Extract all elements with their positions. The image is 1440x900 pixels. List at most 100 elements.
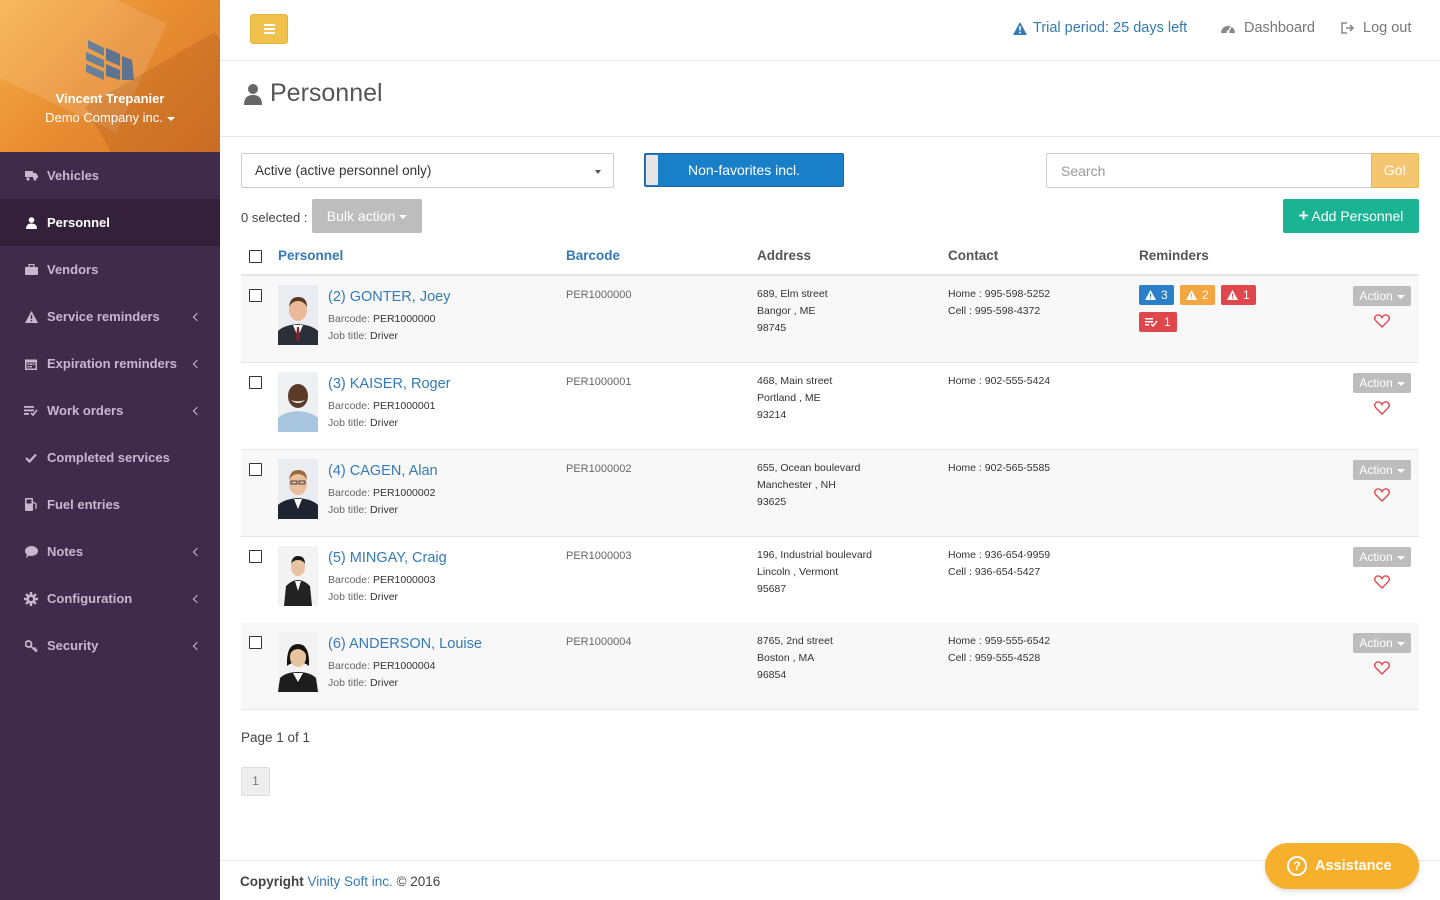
contact-line: Cell : 959-555-4528 <box>948 652 1041 664</box>
add-personnel-label: Add Personnel <box>1311 208 1404 224</box>
list-check-icon <box>1145 317 1158 327</box>
personnel-name-link[interactable]: (3) KAISER, Roger <box>328 376 451 392</box>
user-icon <box>244 83 262 105</box>
row-checkbox[interactable] <box>249 463 262 476</box>
reminder-badge-work-order[interactable]: 1 <box>1139 312 1177 332</box>
sidebar-item-completed-services[interactable]: Completed services <box>0 434 220 481</box>
address-line: 468, Main street <box>757 375 833 387</box>
warning-icon <box>24 310 38 324</box>
favorites-toggle[interactable]: Non-favorites incl. <box>644 153 844 187</box>
sidebar-item-label: Completed services <box>47 450 170 465</box>
row-action-button[interactable]: Action <box>1353 460 1411 480</box>
dashboard-icon <box>1221 26 1235 34</box>
contact-line: Home : 995-598-5252 <box>948 288 1051 300</box>
row-action-button[interactable]: Action <box>1353 373 1411 393</box>
caret-down-icon <box>1396 381 1405 386</box>
heart-icon[interactable] <box>1374 314 1390 328</box>
reminder-badge-danger[interactable]: 1 <box>1221 285 1256 305</box>
company-switcher[interactable]: Demo Company inc. <box>0 110 220 125</box>
chevron-left-icon <box>192 547 202 556</box>
column-header-barcode[interactable]: Barcode <box>566 248 620 263</box>
status-filter-value: Active (active personnel only) <box>255 163 432 178</box>
comment-icon <box>24 545 38 559</box>
bulk-action-button[interactable]: Bulk action <box>312 199 422 233</box>
dashboard-link[interactable]: Dashboard <box>1220 20 1315 36</box>
sidebar-item-expiration-reminders[interactable]: Expiration reminders <box>0 340 220 387</box>
sidebar-nav: Vehicles Personnel Vendors Service remin… <box>0 152 220 669</box>
key-icon <box>24 639 38 653</box>
contact-line: Home : 959-555-6542 <box>948 635 1051 647</box>
row-action-button[interactable]: Action <box>1353 633 1411 653</box>
logout-link[interactable]: Log out <box>1341 20 1411 36</box>
company-name: Demo Company inc. <box>45 110 163 125</box>
barcode-cell: PER1000004 <box>566 636 632 648</box>
row-checkbox[interactable] <box>249 550 262 563</box>
personnel-photo <box>278 285 318 345</box>
contact-line: Home : 936-654-9959 <box>948 549 1051 561</box>
reminder-badge-info[interactable]: 3 <box>1139 285 1174 305</box>
personnel-photo <box>278 372 318 432</box>
pagination-info: Page 1 of 1 <box>241 730 311 745</box>
search-input[interactable] <box>1046 153 1371 188</box>
caret-down-icon <box>1396 294 1405 299</box>
row-action-button[interactable]: Action <box>1353 286 1411 306</box>
pagination-page-button[interactable]: 1 <box>241 767 270 796</box>
select-all-checkbox[interactable] <box>249 250 262 263</box>
sidebar-item-personnel[interactable]: Personnel <box>0 199 220 246</box>
truck-icon <box>24 169 38 183</box>
trial-notice[interactable]: Trial period: 25 days left <box>1013 20 1187 36</box>
table-row: (6) ANDERSON, Louise Barcode: PER1000004… <box>241 623 1419 710</box>
heart-icon[interactable] <box>1374 488 1390 502</box>
check-icon <box>24 451 38 465</box>
personnel-job-title: Job title: Driver <box>328 330 399 342</box>
assistance-button[interactable]: ? Assistance <box>1265 843 1419 889</box>
barcode-cell: PER1000001 <box>566 376 632 388</box>
personnel-name-link[interactable]: (6) ANDERSON, Louise <box>328 636 482 652</box>
heart-icon[interactable] <box>1374 575 1390 589</box>
add-personnel-button[interactable]: + Add Personnel <box>1283 199 1419 233</box>
sidebar-item-configuration[interactable]: Configuration <box>0 575 220 622</box>
menu-toggle-button[interactable] <box>250 14 288 44</box>
reminder-badge-warning[interactable]: 2 <box>1180 285 1215 305</box>
row-checkbox[interactable] <box>249 636 262 649</box>
selected-count: 0 selected : <box>241 210 308 225</box>
contact-line: Home : 902-555-5424 <box>948 375 1051 387</box>
status-filter-select[interactable]: Active (active personnel only) <box>241 153 614 188</box>
sidebar-item-label: Vendors <box>47 262 99 277</box>
column-header-personnel[interactable]: Personnel <box>278 248 343 263</box>
sidebar-item-label: Work orders <box>47 403 124 418</box>
personnel-photo <box>278 632 318 692</box>
sidebar-item-notes[interactable]: Notes <box>0 528 220 575</box>
warning-icon <box>1145 290 1156 300</box>
chevron-left-icon <box>192 594 202 603</box>
personnel-job-title: Job title: Driver <box>328 591 399 603</box>
sidebar-item-vehicles[interactable]: Vehicles <box>0 152 220 199</box>
personnel-name-link[interactable]: (4) CAGEN, Alan <box>328 463 438 479</box>
personnel-name-link[interactable]: (2) GONTER, Joey <box>328 289 450 305</box>
page-title: Personnel <box>244 79 383 108</box>
personnel-name-link[interactable]: (5) MINGAY, Craig <box>328 550 447 566</box>
address-line: Portland , ME <box>757 392 821 404</box>
heart-icon[interactable] <box>1374 661 1390 675</box>
sidebar-item-label: Configuration <box>47 591 133 606</box>
personnel-barcode: Barcode: PER1000002 <box>328 487 436 499</box>
address-line: 8765, 2nd street <box>757 635 833 647</box>
personnel-barcode: Barcode: PER1000003 <box>328 574 436 586</box>
sidebar-item-vendors[interactable]: Vendors <box>0 246 220 293</box>
sidebar-item-work-orders[interactable]: Work orders <box>0 387 220 434</box>
heart-icon[interactable] <box>1374 401 1390 415</box>
table-row: (3) KAISER, Roger Barcode: PER1000001 Jo… <box>241 363 1419 450</box>
sidebar-item-service-reminders[interactable]: Service reminders <box>0 293 220 340</box>
search-go-button[interactable]: Go! <box>1371 153 1419 188</box>
row-checkbox[interactable] <box>249 289 262 302</box>
sidebar-item-fuel-entries[interactable]: Fuel entries <box>0 481 220 528</box>
row-action-button[interactable]: Action <box>1353 547 1411 567</box>
caret-down-icon <box>1396 468 1405 473</box>
address-line: 95687 <box>757 583 787 595</box>
sidebar-item-security[interactable]: Security <box>0 622 220 669</box>
row-checkbox[interactable] <box>249 376 262 389</box>
warning-icon <box>1227 290 1238 300</box>
caret-down-icon <box>399 215 408 220</box>
caret-down-icon <box>1396 555 1405 560</box>
company-link[interactable]: Vinity Soft inc. <box>308 874 393 889</box>
